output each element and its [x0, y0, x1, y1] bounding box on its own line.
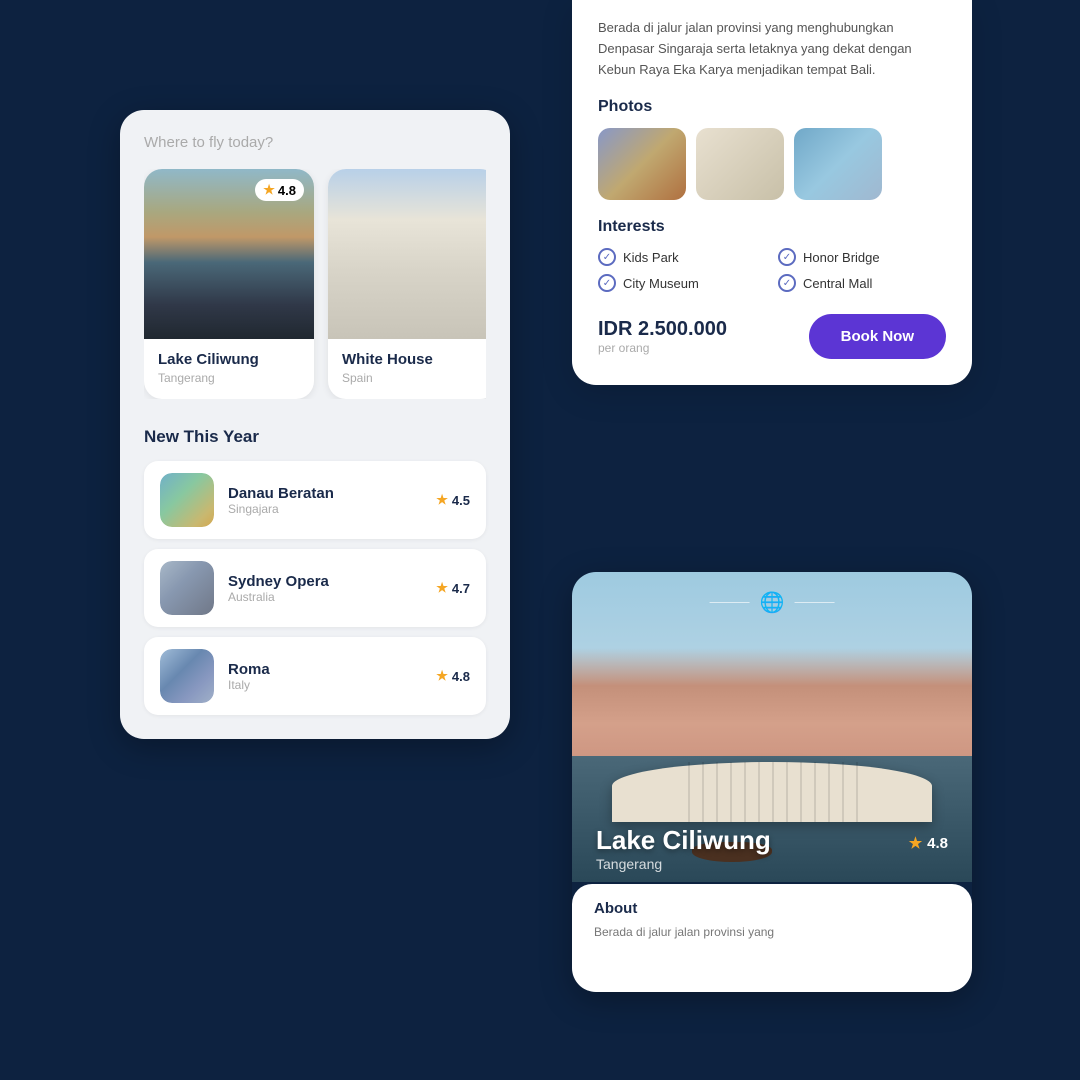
interest-item-1: ✓ Honor Bridge	[778, 248, 946, 266]
card-location-0: Tangerang	[158, 371, 300, 385]
destination-card-1[interactable]: White House Spain	[328, 169, 486, 399]
card-location-1: Spain	[342, 371, 484, 385]
interests-grid: ✓ Kids Park ✓ Honor Bridge ✓ City Museum…	[598, 248, 946, 292]
list-item-loc-0: Singajara	[228, 502, 422, 516]
list-item-info-2: Roma Italy	[228, 661, 422, 692]
interest-label-2: City Museum	[623, 276, 699, 291]
list-item-rating-2: ★ 4.8	[436, 668, 470, 684]
rating-badge-0: ★ 4.8	[255, 179, 304, 201]
globe-line-left	[710, 602, 750, 603]
globe-decoration: 🌐	[710, 590, 835, 615]
photo-thumb-0[interactable]	[598, 128, 686, 200]
bottom-rating-value: 4.8	[927, 835, 948, 852]
star-icon-list-1: ★	[436, 580, 448, 596]
check-icon-3: ✓	[778, 274, 796, 292]
card-name-1: White House	[342, 351, 484, 368]
card-rating-0: 4.8	[278, 183, 296, 198]
star-icon-list-0: ★	[436, 492, 448, 508]
list-item-name-0: Danau Beratan	[228, 485, 422, 502]
new-items-list: Danau Beratan Singajara ★ 4.5 Sydney Ope…	[144, 461, 486, 715]
thumbnail-sydney	[160, 561, 214, 615]
list-item-img-1	[160, 561, 214, 615]
interest-label-1: Honor Bridge	[803, 250, 880, 265]
list-item-loc-2: Italy	[228, 678, 422, 692]
check-icon-0: ✓	[598, 248, 616, 266]
price-subtitle: per orang	[598, 341, 727, 355]
list-item-name-1: Sydney Opera	[228, 573, 422, 590]
globe-line-right	[794, 602, 834, 603]
left-panel: Where to fly today? ★ 4.8 Lake Ciliwung …	[120, 110, 510, 739]
interest-item-0: ✓ Kids Park	[598, 248, 766, 266]
about-text: Berada di jalur jalan provinsi yang	[594, 923, 950, 941]
thumbnail-danau	[160, 473, 214, 527]
bottom-place-name: Lake Ciliwung	[596, 825, 771, 856]
price-block: IDR 2.500.000 per orang	[598, 318, 727, 355]
price-amount: IDR 2.500.000	[598, 318, 727, 341]
bottom-photo-card: 🌐 Lake Ciliwung Tangerang ★ 4.8 About Be…	[572, 572, 972, 992]
check-icon-2: ✓	[598, 274, 616, 292]
booking-row: IDR 2.500.000 per orang Book Now	[598, 314, 946, 359]
photos-row	[598, 128, 946, 200]
list-item-rating-1: ★ 4.7	[436, 580, 470, 596]
globe-icon: 🌐	[760, 590, 785, 615]
interests-section-title: Interests	[598, 218, 946, 236]
interest-label-0: Kids Park	[623, 250, 679, 265]
about-title: About	[594, 900, 950, 917]
search-label: Where to fly today?	[144, 134, 486, 151]
list-item-img-0	[160, 473, 214, 527]
list-item-0[interactable]: Danau Beratan Singajara ★ 4.5	[144, 461, 486, 539]
photos-section-title: Photos	[598, 98, 946, 116]
detail-description: Berada di jalur jalan provinsi yang meng…	[598, 18, 946, 80]
rating-value-0: 4.5	[452, 493, 470, 508]
bottom-about-card: About Berada di jalur jalan provinsi yan…	[572, 884, 972, 992]
photo-thumb-2[interactable]	[794, 128, 882, 200]
bridge-layer	[612, 762, 932, 822]
list-item-rating-0: ★ 4.5	[436, 492, 470, 508]
photo-thumb-1[interactable]	[696, 128, 784, 200]
list-item-loc-1: Australia	[228, 590, 422, 604]
interest-item-3: ✓ Central Mall	[778, 274, 946, 292]
check-icon-1: ✓	[778, 248, 796, 266]
destination-card-0[interactable]: ★ 4.8 Lake Ciliwung Tangerang	[144, 169, 314, 399]
photo-image-1	[696, 128, 784, 200]
star-icon-0: ★	[263, 182, 275, 198]
card-image-1	[328, 169, 486, 339]
detail-panel: Berada di jalur jalan provinsi yang meng…	[572, 0, 972, 385]
new-section-title: New This Year	[144, 427, 486, 447]
rating-value-1: 4.7	[452, 581, 470, 596]
star-icon-list-2: ★	[436, 668, 448, 684]
list-item-1[interactable]: Sydney Opera Australia ★ 4.7	[144, 549, 486, 627]
bottom-place-location: Tangerang	[596, 856, 771, 872]
list-item-name-2: Roma	[228, 661, 422, 678]
rating-value-2: 4.8	[452, 669, 470, 684]
interest-item-2: ✓ City Museum	[598, 274, 766, 292]
bottom-star-icon: ★	[909, 834, 922, 852]
thumbnail-roma	[160, 649, 214, 703]
card-name-0: Lake Ciliwung	[158, 351, 300, 368]
list-item-info-1: Sydney Opera Australia	[228, 573, 422, 604]
photo-image-2	[794, 128, 882, 200]
featured-cards-row: ★ 4.8 Lake Ciliwung Tangerang White Hous…	[144, 169, 486, 399]
photo-image-0	[598, 128, 686, 200]
bottom-rating-badge: ★ 4.8	[909, 834, 948, 852]
book-now-button[interactable]: Book Now	[809, 314, 946, 359]
list-item-2[interactable]: Roma Italy ★ 4.8	[144, 637, 486, 715]
list-item-info-0: Danau Beratan Singajara	[228, 485, 422, 516]
bottom-place-info: Lake Ciliwung Tangerang	[596, 825, 771, 872]
list-item-img-2	[160, 649, 214, 703]
interest-label-3: Central Mall	[803, 276, 872, 291]
